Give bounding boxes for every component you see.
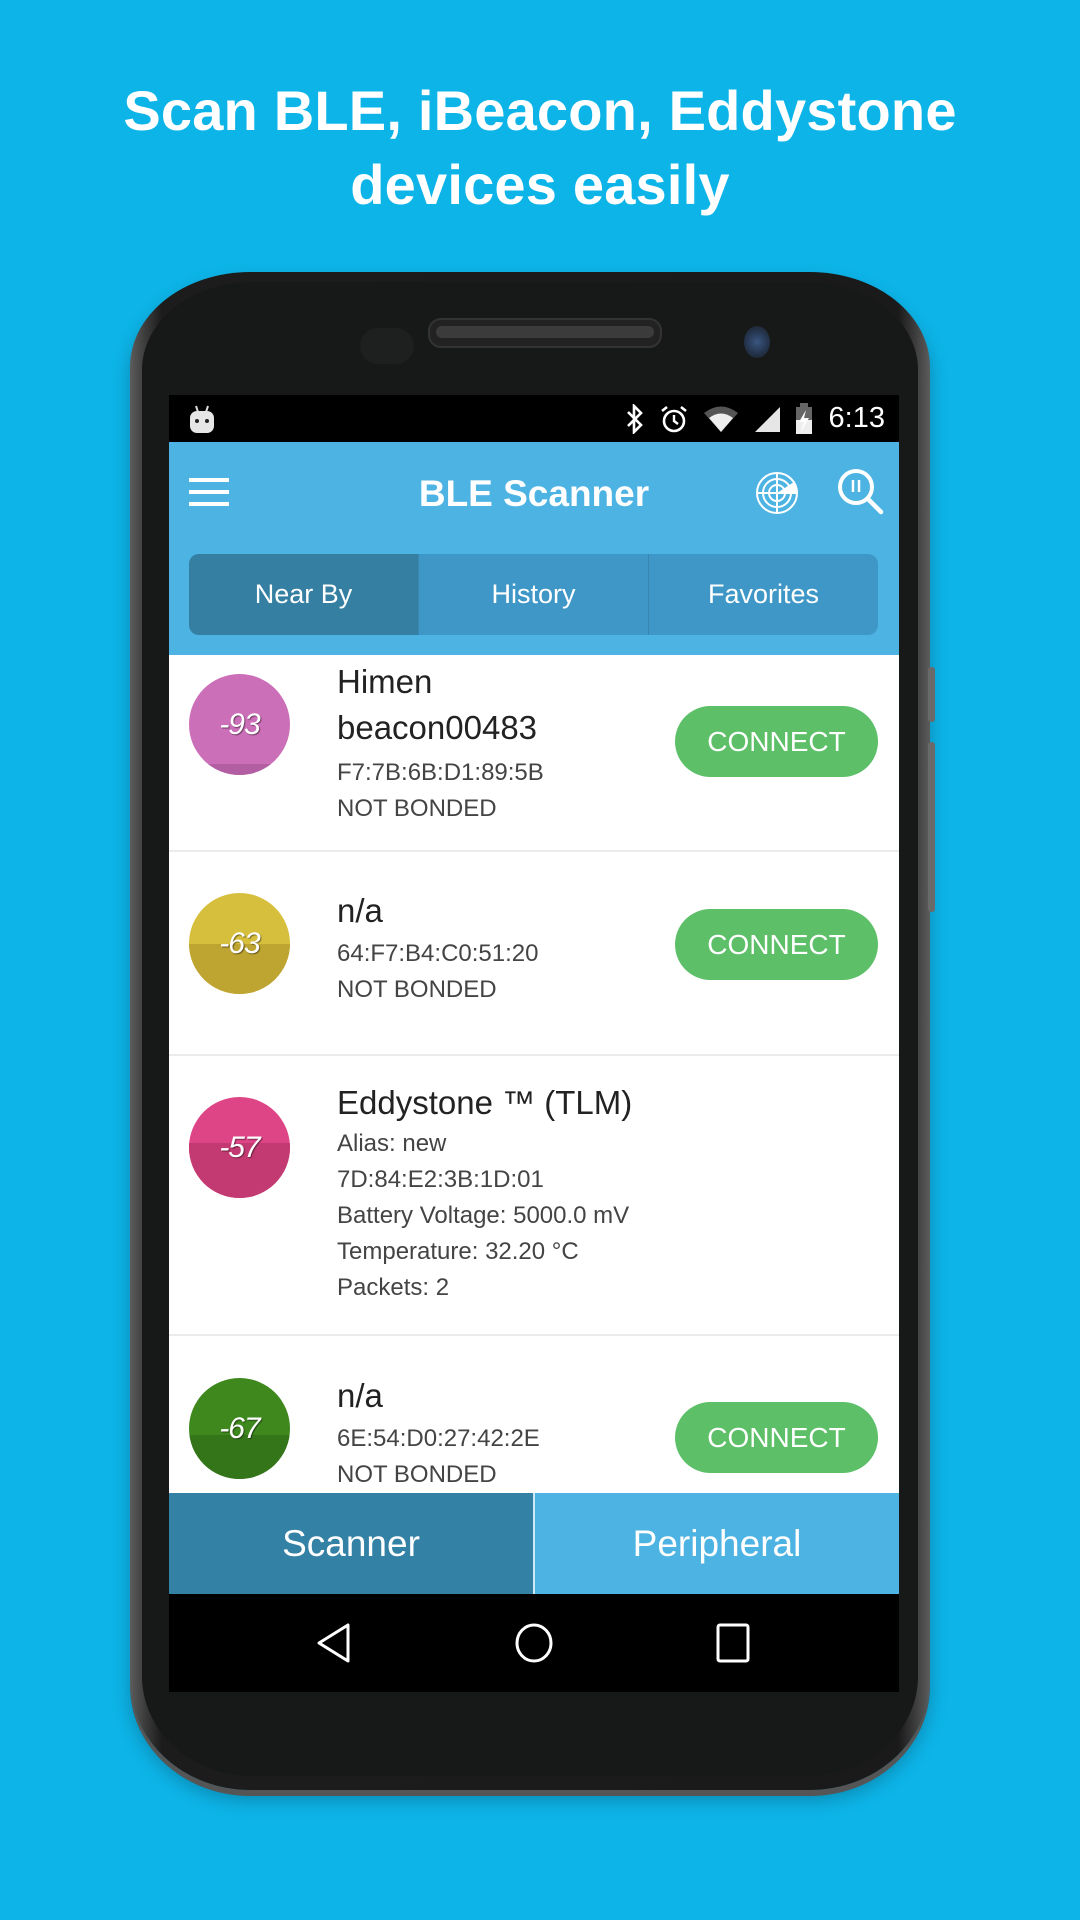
device-alias: Alias: new xyxy=(337,1130,447,1157)
phone-screen: 6:13 BLE Scanner Near By History Favorit… xyxy=(169,395,899,1692)
device-name: Eddystone ™ (TLM) xyxy=(337,1084,633,1121)
bottom-navigation: Scanner Peripheral xyxy=(169,1493,899,1594)
device-name: n/a xyxy=(337,1377,383,1414)
device-mac: F7:7B:6B:D1:89:5B xyxy=(337,759,544,786)
status-icons: 6:13 xyxy=(625,395,885,442)
wifi-icon xyxy=(703,406,738,432)
status-bar: 6:13 xyxy=(169,395,899,442)
rssi-badge-bottom xyxy=(189,764,290,775)
device-mac: 7D:84:E2:3B:1D:01 xyxy=(337,1166,544,1193)
list-item[interactable]: -63 n/a 64:F7:B4:C0:51:20 NOT BONDED CON… xyxy=(169,852,899,1056)
temperature: Temperature: 32.20 °C xyxy=(337,1238,579,1265)
back-icon[interactable] xyxy=(314,1622,354,1664)
rssi-value: -63 xyxy=(219,926,260,960)
device-list[interactable]: -93 Himen beacon00483 F7:7B:6B:D1:89:5B … xyxy=(169,655,899,1493)
rssi-value: -57 xyxy=(219,1130,260,1164)
rssi-badge: -63 xyxy=(189,893,290,994)
alarm-icon xyxy=(660,405,687,432)
promo-headline: Scan BLE, iBeacon, Eddystone devices eas… xyxy=(0,74,1080,222)
device-mac: 64:F7:B4:C0:51:20 xyxy=(337,940,539,967)
battery-charging-icon xyxy=(795,402,812,434)
battery-voltage: Battery Voltage: 5000.0 mV xyxy=(337,1202,630,1229)
connect-button[interactable]: CONNECT xyxy=(675,909,878,980)
bond-status: NOT BONDED xyxy=(337,1461,497,1488)
volume-button xyxy=(928,742,935,912)
bluetooth-icon xyxy=(626,403,643,434)
list-item[interactable]: -93 Himen beacon00483 F7:7B:6B:D1:89:5B … xyxy=(169,655,899,852)
tabs-container: Near By History Favorites xyxy=(169,545,899,655)
packets-count: Packets: 2 xyxy=(337,1274,450,1301)
connect-button[interactable]: CONNECT xyxy=(675,1402,878,1473)
device-info: n/a 64:F7:B4:C0:51:20 NOT BONDED xyxy=(337,888,538,1008)
rssi-value: -67 xyxy=(219,1411,260,1445)
top-speaker xyxy=(428,318,662,348)
front-camera xyxy=(744,326,770,358)
headline-line-2: devices easily xyxy=(350,153,730,216)
app-bar: BLE Scanner xyxy=(169,442,899,545)
search-pause-icon[interactable] xyxy=(835,466,885,520)
proximity-sensor xyxy=(360,328,414,364)
tab-near-by[interactable]: Near By xyxy=(189,554,419,635)
device-mac: 6E:54:D0:27:42:2E xyxy=(337,1425,540,1452)
headline-line-1: Scan BLE, iBeacon, Eddystone xyxy=(123,79,957,142)
tab-history[interactable]: History xyxy=(419,554,649,635)
status-time: 6:13 xyxy=(828,402,885,434)
home-icon[interactable] xyxy=(513,1622,555,1664)
device-info: Eddystone ™ (TLM) Alias: new 7D:84:E2:3B… xyxy=(337,1080,632,1306)
system-navigation-bar xyxy=(169,1594,899,1692)
rssi-badge: -57 xyxy=(189,1097,290,1198)
rssi-badge: -93 xyxy=(189,674,290,775)
bond-status: NOT BONDED xyxy=(337,795,497,822)
rssi-value: -93 xyxy=(219,707,260,741)
connect-button[interactable]: CONNECT xyxy=(675,706,878,777)
peripheral-tab[interactable]: Peripheral xyxy=(535,1493,899,1594)
hamburger-menu-icon[interactable] xyxy=(185,472,229,516)
segmented-tabs: Near By History Favorites xyxy=(189,554,878,635)
device-info: Himen beacon00483 F7:7B:6B:D1:89:5B NOT … xyxy=(337,659,577,827)
recents-icon[interactable] xyxy=(715,1622,751,1664)
list-item[interactable]: -57 Eddystone ™ (TLM) Alias: new 7D:84:E… xyxy=(169,1056,899,1336)
power-button xyxy=(928,667,935,722)
rssi-badge: -67 xyxy=(189,1378,290,1479)
bond-status: NOT BONDED xyxy=(337,976,497,1003)
signal-icon xyxy=(754,406,780,432)
device-info: n/a 6E:54:D0:27:42:2E NOT BONDED xyxy=(337,1373,540,1493)
device-name: Himen beacon00483 xyxy=(337,663,538,746)
scanner-tab[interactable]: Scanner xyxy=(169,1493,535,1594)
android-icon xyxy=(190,405,214,433)
radar-icon[interactable] xyxy=(753,468,803,518)
device-name: n/a xyxy=(337,892,383,929)
tab-favorites[interactable]: Favorites xyxy=(649,554,878,635)
list-item[interactable]: -67 n/a 6E:54:D0:27:42:2E NOT BONDED CON… xyxy=(169,1336,899,1493)
